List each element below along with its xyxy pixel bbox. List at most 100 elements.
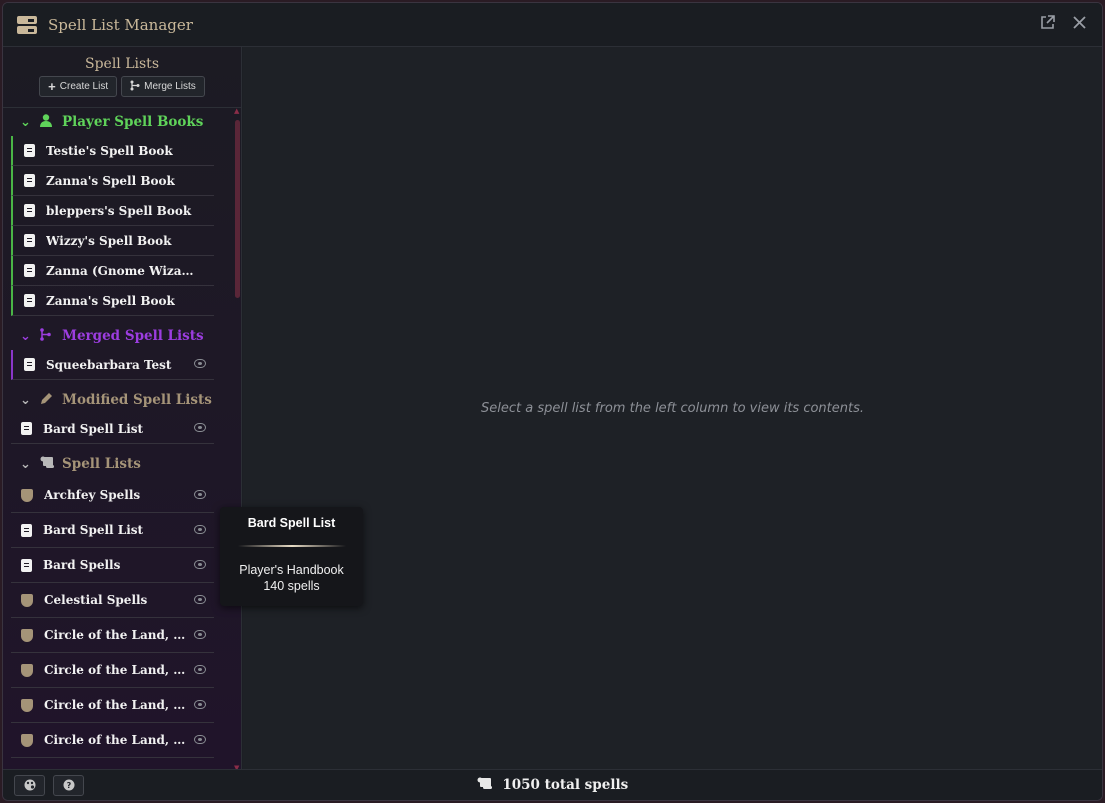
spell-list-manager-window: Spell List Manager Spell Lists + Create …: [2, 2, 1103, 801]
group-player-spell-books[interactable]: ⌄ Player Spell Books: [3, 108, 242, 136]
spellbook-icon: [24, 174, 35, 187]
pencil-icon: [40, 392, 62, 409]
tooltip-source: Player's Handbook: [239, 563, 344, 577]
scroll-icon: [477, 777, 498, 793]
list-item-label: Circle of the Land, Ar...: [44, 628, 192, 642]
eye-icon[interactable]: [194, 665, 206, 674]
eye-icon[interactable]: [194, 423, 206, 432]
spell-list-tooltip: Bard Spell List Player's Handbook 140 sp…: [220, 507, 363, 606]
spellbook-icon: [24, 234, 35, 247]
shield-icon: [21, 593, 33, 607]
scroll-up-arrow[interactable]: ▲: [234, 108, 240, 115]
shield-icon: [21, 628, 33, 642]
chevron-down-icon: ⌄: [20, 456, 31, 472]
eye-icon[interactable]: [194, 525, 206, 534]
shield-icon: [21, 663, 33, 677]
shield-icon: [21, 698, 33, 712]
spellbook-icon: [24, 358, 35, 371]
eye-icon[interactable]: [194, 490, 206, 499]
group-spell-lists[interactable]: ⌄ Spell Lists: [3, 450, 242, 478]
eye-icon[interactable]: [194, 735, 206, 744]
spellbook-icon: [24, 264, 35, 277]
eye-icon[interactable]: [194, 630, 206, 639]
list-item[interactable]: Zanna's Spell Book: [11, 166, 214, 196]
spellbook-icon: [24, 204, 35, 217]
list-item[interactable]: Archfey Spells: [11, 478, 214, 513]
merge-lists-label: Merge Lists: [144, 81, 196, 92]
list-item[interactable]: Wizzy's Spell Book: [11, 226, 214, 256]
list-item-label: Celestial Spells: [44, 593, 148, 607]
group-modified-spell-lists[interactable]: ⌄ Modified Spell Lists: [3, 386, 242, 414]
list-item[interactable]: Testie's Spell Book: [11, 136, 214, 166]
list-item-label: Circle of the Land, Ar...: [44, 663, 192, 677]
list-item-label: Zanna's Spell Book: [46, 173, 175, 188]
spell-list-scroll-area[interactable]: ▲ ▼ ⌄ Player Spell Books Testie's Spell …: [3, 107, 242, 771]
list-item[interactable]: Circle of the Land, Ar...: [11, 618, 214, 653]
window-title: Spell List Manager: [48, 15, 193, 34]
list-item[interactable]: Squeebarbara Test: [11, 350, 214, 380]
merge-lists-button[interactable]: Merge Lists: [121, 76, 205, 97]
group-label: Modified Spell Lists: [62, 392, 212, 408]
group-label: Merged Spell Lists: [62, 328, 204, 344]
list-item-label: Circle of the Land, Po...: [44, 698, 192, 712]
eye-icon[interactable]: [194, 595, 206, 604]
spell-list-content-pane: Select a spell list from the left column…: [243, 47, 1102, 771]
list-item-label: Squeebarbara Test: [46, 357, 172, 372]
spellbook-icon: [21, 558, 32, 572]
list-item[interactable]: Circle of the Land, Ar...: [11, 653, 214, 688]
merge-icon: [130, 80, 140, 94]
scrollbar-thumb[interactable]: [235, 120, 240, 298]
user-icon: [40, 113, 62, 131]
spellbook-icon: [24, 144, 35, 157]
create-list-button[interactable]: + Create List: [39, 76, 118, 97]
shield-icon: [21, 733, 33, 747]
chevron-down-icon: ⌄: [20, 392, 31, 408]
chevron-down-icon: ⌄: [20, 328, 31, 344]
empty-state-message: Select a spell list from the left column…: [480, 401, 865, 416]
total-spells-label: 1050 total spells: [502, 777, 629, 793]
list-item[interactable]: bleppers's Spell Book: [11, 196, 214, 226]
total-spells-count: 1050 total spells: [3, 777, 1102, 793]
list-item[interactable]: Circle of the Land, Po...: [11, 688, 214, 723]
list-item-label: Bard Spells: [43, 558, 121, 572]
list-item-label: Bard Spell List: [43, 421, 144, 436]
footer-bar: ? 1050 total spells: [3, 769, 1102, 800]
list-item-label: Wizzy's Spell Book: [46, 233, 172, 248]
list-item[interactable]: Bard Spell List: [11, 513, 214, 548]
list-item[interactable]: Zanna's Spell Book: [11, 286, 214, 316]
group-merged-spell-lists[interactable]: ⌄ Merged Spell Lists: [3, 322, 242, 350]
eye-icon[interactable]: [194, 560, 206, 569]
list-item-label: bleppers's Spell Book: [46, 203, 192, 218]
eye-icon[interactable]: [194, 359, 206, 368]
plus-icon: +: [48, 79, 56, 94]
close-icon[interactable]: [1073, 16, 1086, 33]
list-item-label: Circle of the Land, Po...: [44, 733, 192, 747]
list-item[interactable]: Circle of the Land, Po...: [11, 723, 214, 758]
list-item-label: Testie's Spell Book: [46, 143, 173, 158]
merge-icon: [40, 327, 62, 345]
shield-icon: [21, 488, 33, 502]
list-item-label: Zanna (Gnome Wizard)'...: [46, 263, 194, 278]
sidebar-header: Spell Lists + Create List Merge Lists: [3, 47, 241, 107]
sidebar: Spell Lists + Create List Merge Lists ▲ …: [3, 47, 242, 771]
group-label: Spell Lists: [62, 456, 141, 472]
list-item[interactable]: Bard Spell List: [11, 414, 214, 444]
list-item[interactable]: Zanna (Gnome Wizard)'...: [11, 256, 214, 286]
tooltip-spell-count: 140 spells: [263, 579, 320, 593]
external-link-icon[interactable]: [1040, 15, 1055, 34]
chevron-down-icon: ⌄: [20, 114, 31, 130]
tooltip-divider: [237, 545, 346, 547]
list-item[interactable]: Celestial Spells: [11, 583, 214, 618]
sidebar-title: Spell Lists: [84, 56, 159, 72]
tooltip-title: Bard Spell List: [247, 516, 336, 530]
spellbook-icon: [21, 523, 32, 537]
spellbook-icon: [21, 422, 32, 435]
create-list-label: Create List: [59, 81, 109, 92]
list-item-label: Archfey Spells: [44, 488, 141, 502]
eye-icon[interactable]: [194, 700, 206, 709]
spell-list-manager-icon: [17, 15, 37, 34]
title-bar[interactable]: Spell List Manager: [3, 3, 1102, 47]
list-item-label: Bard Spell List: [43, 523, 144, 537]
group-label: Player Spell Books: [62, 114, 204, 130]
list-item[interactable]: Bard Spells: [11, 548, 214, 583]
